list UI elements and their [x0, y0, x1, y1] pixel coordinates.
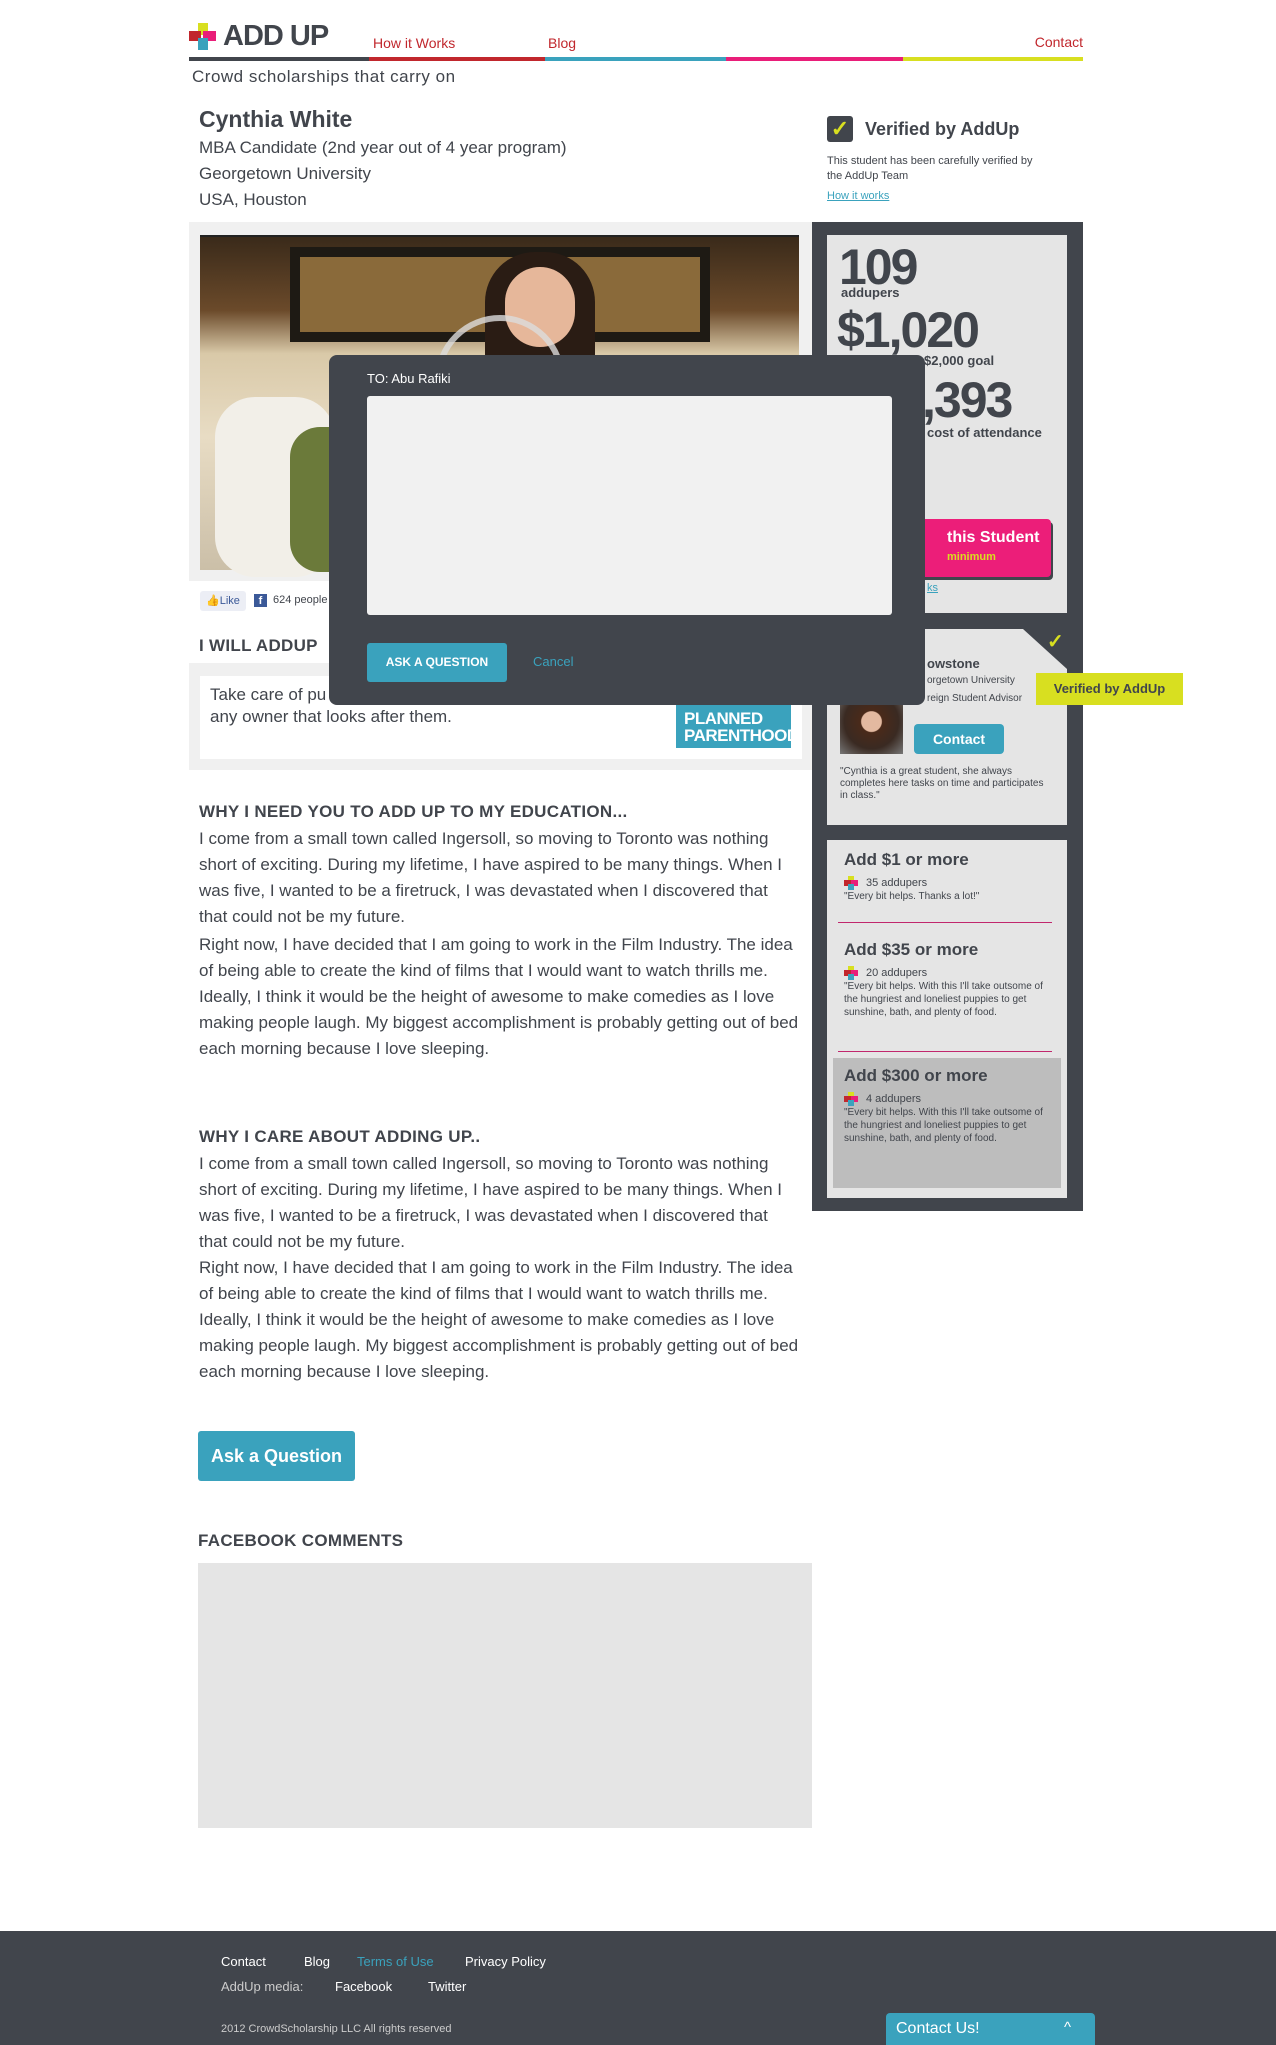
advisor-role: reign Student Advisor — [927, 693, 1023, 704]
footer-link-blog[interactable]: Blog — [304, 1954, 330, 1969]
addup-icon — [844, 1092, 858, 1106]
student-location: USA, Houston — [199, 190, 307, 209]
facebook-comments-heading: FACEBOOK COMMENTS — [198, 1531, 404, 1550]
reward-item-selected[interactable]: Add $300 or more 4 addupers "Every bit h… — [833, 1058, 1061, 1188]
advisor-contact-button[interactable]: Contact — [914, 724, 1004, 754]
message-textarea[interactable] — [367, 396, 892, 615]
addup-icon — [844, 876, 858, 890]
logo[interactable]: ADD UP — [189, 20, 329, 53]
nav-how-it-works[interactable]: How it Works — [373, 35, 455, 51]
ask-question-button[interactable]: Ask a Question — [198, 1431, 355, 1481]
footer-link-facebook[interactable]: Facebook — [335, 1979, 392, 1994]
rewards-box: Add $1 or more 35 addupers "Every bit he… — [827, 840, 1067, 1198]
footer-link-terms[interactable]: Terms of Use — [357, 1954, 434, 1969]
student-name: Cynthia White — [199, 106, 353, 132]
advisor-check-icon: ✓ — [1047, 631, 1064, 653]
verified-check-icon: ✓ — [827, 116, 853, 142]
addupers-label: addupers — [841, 285, 900, 300]
nav-blog[interactable]: Blog — [548, 35, 576, 51]
footer-link-contact[interactable]: Contact — [221, 1954, 266, 1969]
footer-media-label: AddUp media: — [221, 1979, 304, 1994]
verified-title: Verified by AddUp — [865, 119, 1020, 139]
contact-us-tab[interactable]: Contact Us! ^ — [886, 2013, 1095, 2045]
nav-contact[interactable]: Contact — [1035, 34, 1083, 50]
ask-question-modal: TO: Abu Rafiki ASK A QUESTION Cancel — [329, 355, 925, 705]
facebook-comments-box[interactable] — [198, 1563, 812, 1828]
footer-link-twitter[interactable]: Twitter — [428, 1979, 466, 1994]
like-button[interactable]: 👍Like — [200, 591, 246, 611]
student-program: MBA Candidate (2nd year out of 4 year pr… — [199, 138, 567, 157]
cost-amount: ,393 — [922, 372, 1013, 428]
like-count: 624 people — [273, 594, 328, 606]
like-label: Like — [219, 595, 240, 607]
modal-submit-button[interactable]: ASK A QUESTION — [367, 643, 507, 682]
student-school: Georgetown University — [199, 164, 371, 183]
logo-icon — [189, 22, 217, 51]
advisor-quote: "Cynthia is a great student, she always … — [840, 766, 1044, 801]
why-need-heading: WHY I NEED YOU TO ADD UP TO MY EDUCATION… — [199, 802, 628, 821]
modal-cancel-link[interactable]: Cancel — [533, 654, 573, 669]
facebook-icon: f — [254, 594, 267, 607]
divider — [838, 922, 1052, 923]
why-need-p2: Right now, I have decided that I am goin… — [199, 935, 799, 1058]
why-need-p1: I come from a small town called Ingersol… — [199, 829, 782, 926]
stats-link[interactable]: ks — [927, 582, 938, 594]
how-it-works-link[interactable]: How it works — [827, 190, 889, 202]
cost-label: cost of attendance — [927, 425, 1042, 440]
cause-text-line2: any owner that looks after them. — [210, 707, 452, 726]
verified-tooltip: Verified by AddUp — [1036, 673, 1183, 705]
footer-copyright: 2012 CrowdScholarship LLC All rights res… — [221, 2023, 452, 2035]
goal-label: $2,000 goal — [924, 353, 995, 368]
cause-heading: I WILL ADDUP — [199, 636, 318, 655]
advisor-photo — [840, 700, 903, 754]
modal-recipient: TO: Abu Rafiki — [367, 371, 451, 386]
logo-text: ADD UP — [223, 20, 329, 52]
advisor-name: owstone — [927, 656, 980, 671]
reward-item[interactable]: Add $35 or more 20 addupers "Every bit h… — [844, 940, 1049, 1019]
advisor-school: orgetown University — [927, 675, 1015, 686]
why-care-heading: WHY I CARE ABOUT ADDING UP.. — [199, 1127, 481, 1146]
divider — [838, 1051, 1052, 1052]
tagline: Crowd scholarships that carry on — [192, 67, 456, 86]
footer-link-privacy[interactable]: Privacy Policy — [465, 1954, 546, 1969]
addup-icon — [844, 966, 858, 980]
verified-text: This student has been carefully verified… — [827, 155, 1033, 182]
contact-us-label: Contact Us! — [896, 2020, 980, 2037]
planned-parenthood-logo: PLANNED PARENTHOOD — [676, 705, 799, 748]
reward-item[interactable]: Add $1 or more 35 addupers "Every bit he… — [844, 850, 1044, 903]
why-care-p1: I come from a small town called Ingersol… — [199, 1154, 782, 1251]
thumbs-up-icon: 👍 — [206, 595, 220, 607]
chevron-up-icon[interactable]: ^ — [1064, 2019, 1071, 2036]
raised-amount: $1,020 — [837, 302, 980, 358]
why-care-p2: Right now, I have decided that I am goin… — [199, 1258, 799, 1381]
